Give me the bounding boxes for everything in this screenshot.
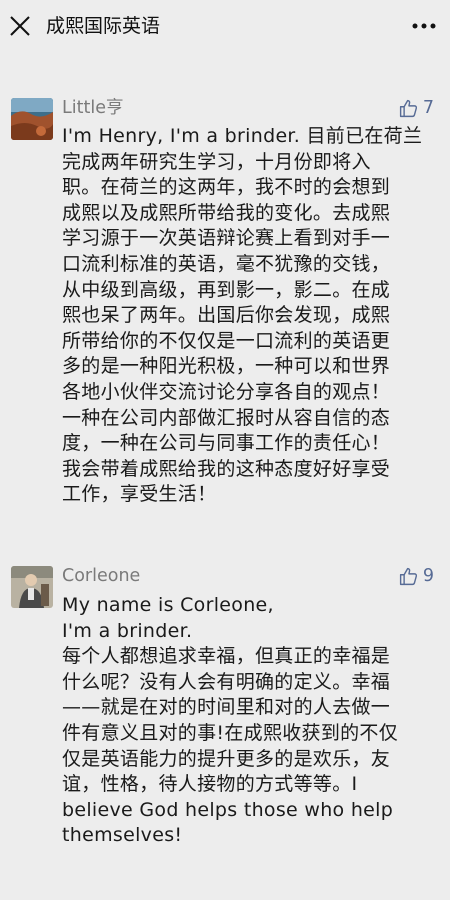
comment-text: My name is Corleone, I'm a brinder. 每个人都… [62,594,399,847]
close-icon[interactable] [8,14,32,38]
commenter-name[interactable]: Little亨 [62,96,123,120]
avatar[interactable] [11,98,53,140]
avatar[interactable] [11,566,53,608]
more-icon[interactable] [408,14,440,38]
thumbs-up-icon [399,567,417,585]
commenter-name[interactable]: Corleone [62,564,140,588]
comment-text: I'm Henry, I'm a brinder. 目前已在荷兰 完成两年研究生… [62,125,423,506]
like-button[interactable]: 7 [398,96,434,120]
like-button[interactable]: 9 [398,564,434,588]
like-count: 7 [422,98,434,118]
page-title: 成熙国际英语 [46,15,161,37]
thumbs-up-icon [399,99,417,117]
like-count: 9 [422,566,434,586]
top-bar: 成熙国际英语 [0,0,450,54]
